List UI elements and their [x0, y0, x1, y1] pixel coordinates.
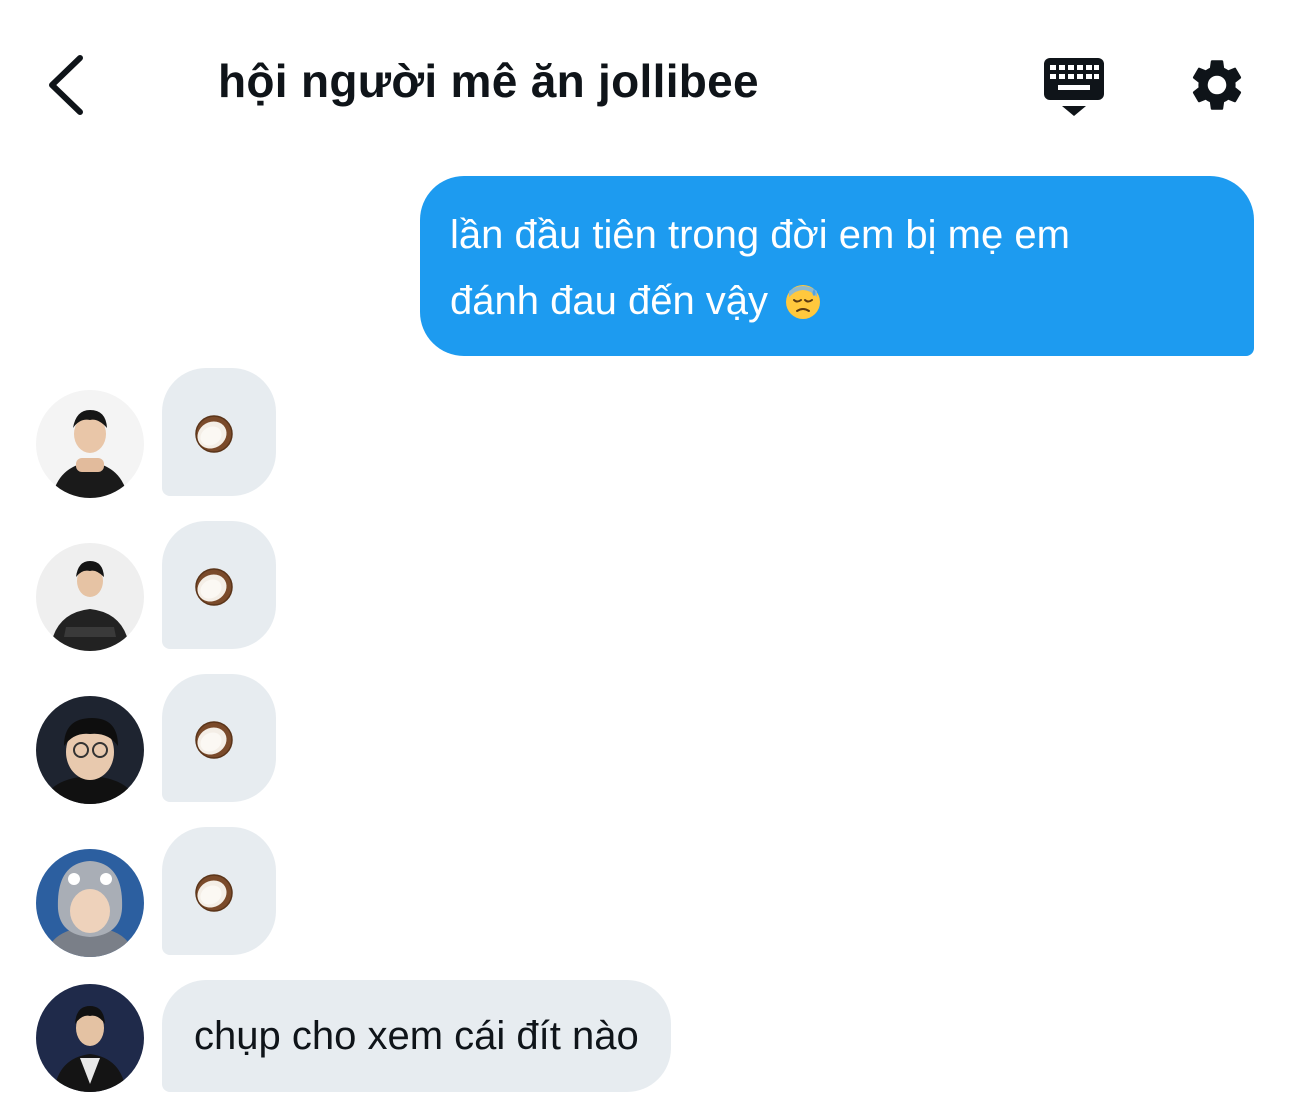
avatar[interactable] [36, 543, 144, 651]
message-text-line: lần đầu tiên trong đời em bị mẹ em [450, 213, 1070, 257]
message-bubble[interactable] [162, 827, 276, 955]
keyboard-button[interactable] [1040, 54, 1108, 120]
coconut-emoji-icon [192, 565, 236, 609]
downcast-sweat-emoji-icon [786, 285, 821, 319]
conversation-title: hội người mê ăn jollibee [218, 55, 759, 107]
coconut-emoji-icon [192, 871, 236, 915]
message-bubble[interactable] [162, 368, 276, 496]
coconut-emoji-icon [192, 412, 236, 456]
coconut-emoji-icon [192, 718, 236, 762]
message-text-line: đánh đau đến vậy [450, 268, 1224, 334]
gear-icon [1192, 60, 1242, 110]
avatar[interactable] [36, 984, 144, 1092]
avatar-image [36, 543, 144, 651]
back-button[interactable] [40, 50, 96, 120]
avatar-image [36, 390, 144, 498]
chevron-left-icon [49, 55, 83, 115]
avatar-image [36, 696, 144, 804]
chat-header: hội người mê ăn jollibee [0, 0, 1290, 160]
message-bubble[interactable] [162, 674, 276, 802]
avatar-image [36, 849, 144, 957]
keyboard-icon [1044, 58, 1104, 116]
avatar-image [36, 984, 144, 1092]
outgoing-message[interactable]: lần đầu tiên trong đời em bị mẹ em đánh … [420, 176, 1254, 356]
avatar[interactable] [36, 390, 144, 498]
message-bubble[interactable] [162, 521, 276, 649]
settings-button[interactable] [1186, 54, 1248, 116]
message-bubble[interactable]: chụp cho xem cái đít nào [162, 980, 671, 1092]
avatar[interactable] [36, 696, 144, 804]
avatar[interactable] [36, 849, 144, 957]
